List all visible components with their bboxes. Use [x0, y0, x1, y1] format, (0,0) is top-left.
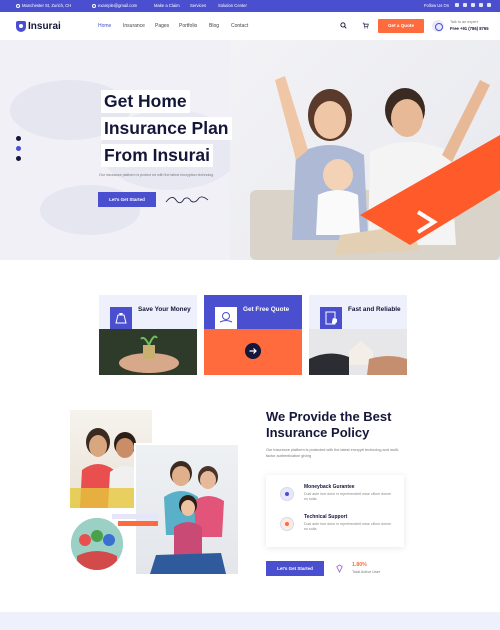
shield-logo-icon	[16, 20, 26, 32]
follow-label: Follow Us On	[424, 3, 450, 8]
hero-title-line-3: From Insurai	[101, 144, 213, 167]
nav-pages[interactable]: Pages	[155, 23, 169, 29]
top-link-claim[interactable]: Make a Claim	[154, 3, 180, 8]
diamond-icon	[336, 564, 343, 573]
location-icon	[16, 4, 20, 8]
search-icon[interactable]	[340, 22, 347, 29]
family-illustration	[250, 76, 500, 260]
policy-description: Our insurance platform is protected with…	[266, 448, 400, 458]
youtube-icon[interactable]	[479, 3, 483, 7]
policy-title-line-2: Insurance Policy	[266, 425, 370, 440]
feature-card-free-quote[interactable]: Get Free Quote	[204, 295, 302, 375]
top-link-solution[interactable]: Solution Center	[218, 3, 247, 8]
linkedin-icon[interactable]	[487, 3, 491, 7]
coins-photo	[99, 329, 197, 375]
email-text: example@gmail.com	[98, 3, 138, 8]
feature-title-fast-reliable: Fast and Reliable	[348, 306, 401, 313]
stat-label: Total Active User	[352, 570, 381, 574]
stat-value: 1.80%	[352, 562, 367, 568]
mail-icon	[92, 4, 96, 8]
nav-home[interactable]: Home	[98, 23, 111, 29]
next-section-band	[0, 612, 500, 630]
headset-icon	[432, 20, 444, 32]
feature-title-save-money: Save Your Money	[138, 306, 191, 313]
feature-card-fast-reliable[interactable]: Fast and Reliable	[309, 295, 407, 375]
nav-insurance[interactable]: Insurance	[123, 23, 145, 29]
family-selfie-illustration	[150, 461, 226, 574]
twitter-icon[interactable]	[463, 3, 467, 7]
logo[interactable]: Insurai	[16, 20, 61, 32]
benefits-box: Moneyback Gurantee Duis aute irue dolor …	[266, 475, 404, 547]
feature-title-free-quote: Get Free Quote	[243, 306, 290, 313]
top-bar: Manchester St, Zurich, CH example@gmail.…	[0, 0, 500, 12]
family-photo	[230, 40, 500, 260]
instagram-icon[interactable]	[471, 3, 475, 7]
nav-blog[interactable]: Blog	[209, 23, 219, 29]
policy-get-started-button[interactable]: Let's Get Started	[266, 561, 324, 576]
slider-dot-1[interactable]	[16, 136, 21, 141]
slider-dot-3[interactable]	[16, 156, 21, 161]
hero-title-line-1: Get Home	[101, 90, 190, 113]
address-text: Manchester St, Zurich, CH	[22, 3, 72, 8]
nav-portfolio[interactable]: Portfolio	[179, 23, 197, 29]
decorative-lines	[112, 514, 158, 526]
benefit-title-moneyback: Moneyback Gurantee	[304, 484, 355, 490]
get-quote-button[interactable]: Get a Quote	[378, 19, 424, 33]
address-info: Manchester St, Zurich, CH	[16, 3, 71, 8]
benefit-title-support: Technical Support	[304, 514, 348, 520]
logo-text: Insurai	[28, 20, 61, 32]
signature-image	[165, 196, 209, 204]
top-link-services[interactable]: Services	[190, 3, 206, 8]
feature-card-save-money[interactable]: Save Your Money	[99, 295, 197, 375]
page: Manchester St, Zurich, CH example@gmail.…	[0, 0, 500, 630]
header: Insurai Home Insurance Pages Portfolio B…	[0, 12, 500, 40]
arrow-right-icon[interactable]	[245, 343, 261, 359]
document-shield-icon	[320, 307, 342, 329]
hand-coin-icon	[215, 307, 237, 329]
support-phone[interactable]: Free +91 (786) 8765	[450, 26, 489, 31]
hero-section: Get Home Insurance Plan From Insurai Our…	[0, 40, 500, 260]
hero-subtitle: Our insurance platform is protect ed wit…	[99, 173, 214, 177]
money-back-icon	[280, 487, 294, 501]
nav-contact[interactable]: Contact	[231, 23, 248, 29]
hero-get-started-button[interactable]: Let's Get Started	[98, 192, 156, 207]
support-gear-icon	[280, 517, 294, 531]
email-info[interactable]: example@gmail.com	[92, 3, 137, 8]
money-bag-icon	[110, 307, 132, 329]
support-label: Talk to an expert	[450, 20, 478, 24]
cart-icon[interactable]	[362, 22, 369, 29]
slider-dot-2[interactable]	[16, 146, 21, 151]
family-selfie-photo	[134, 443, 240, 576]
benefit-desc-support: Duis aute irue dolor in reprehenderit es…	[304, 522, 392, 532]
benefit-desc-moneyback: Duis aute irue dolor in reprehenderit es…	[304, 492, 392, 502]
policy-title-line-1: We Provide the Best	[266, 409, 392, 424]
hero-title-line-2: Insurance Plan	[101, 117, 232, 140]
facebook-icon[interactable]	[455, 3, 459, 7]
house-model-photo	[309, 329, 407, 375]
